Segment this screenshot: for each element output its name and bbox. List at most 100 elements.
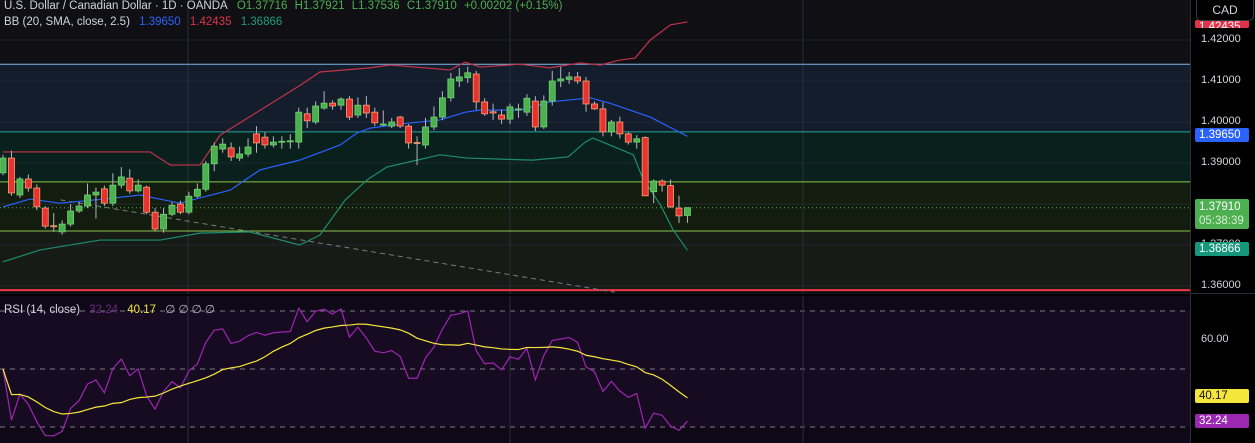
- rsi-ma-value: 40.17: [127, 304, 157, 316]
- candle-up: [92, 191, 100, 196]
- candle-up: [320, 102, 328, 109]
- candle-down: [253, 133, 260, 144]
- bb-label[interactable]: BB (20, SMA, close, 2.5): [4, 16, 130, 28]
- candle-up: [565, 76, 573, 80]
- candle-down: [405, 125, 413, 144]
- candle-up: [219, 143, 227, 150]
- ohlc-low: L1.37536: [351, 0, 400, 12]
- bb-lower-badge: 1.36866: [1195, 242, 1249, 256]
- candle-down: [641, 137, 649, 197]
- candle-up: [185, 195, 193, 213]
- rsi-tick: 60.00: [1201, 333, 1229, 345]
- candle-down: [658, 180, 666, 186]
- candle-up: [455, 76, 463, 82]
- candle-down: [151, 211, 159, 230]
- zone-fill: [0, 231, 1190, 291]
- last-price: 1.37910: [1199, 201, 1241, 213]
- candle-down: [261, 136, 269, 146]
- candle-up: [295, 111, 303, 143]
- ohlc-open: O1.37716: [236, 0, 288, 12]
- rsi-chart[interactable]: [0, 296, 1190, 443]
- candle-up: [464, 72, 472, 79]
- candle-up: [557, 78, 565, 82]
- candle-down: [346, 98, 353, 118]
- bb-upper-value: 1.42435: [189, 16, 232, 28]
- candle-up: [109, 184, 117, 204]
- candle-down: [489, 111, 497, 114]
- price-tick: 1.39000: [1201, 156, 1241, 168]
- candle-up: [379, 123, 387, 126]
- candle-down: [50, 225, 58, 228]
- rsi-label[interactable]: RSI (14, close): [4, 304, 80, 316]
- candle-down: [143, 186, 151, 213]
- candle-up: [354, 104, 362, 116]
- symbol-title[interactable]: U.S. Dollar / Canadian Dollar · 1D · OAN…: [4, 0, 228, 12]
- candle-up: [117, 176, 125, 186]
- bb-basis-value: 1.39650: [139, 16, 181, 28]
- candle-up: [67, 210, 74, 225]
- candle-down: [574, 76, 581, 82]
- candle-down: [396, 116, 404, 127]
- candle-up: [312, 105, 320, 123]
- candle-up: [608, 121, 615, 133]
- bb-basis-badge: 1.39650: [1195, 128, 1249, 142]
- last-price-badge: 1.37910 05:38:39: [1195, 199, 1249, 229]
- candle-down: [624, 133, 632, 143]
- candle-up: [0, 157, 7, 174]
- price-scale[interactable]: 1.42435 1.42000 1.41000 1.40000 1.39650 …: [1190, 0, 1255, 443]
- candle-up: [422, 126, 429, 146]
- candle-up: [515, 108, 522, 111]
- candle-down: [33, 187, 41, 208]
- candle-up: [202, 163, 210, 190]
- candle-up: [633, 138, 641, 143]
- candle-up: [286, 140, 294, 143]
- rsi-ma-badge: 40.17: [1195, 389, 1249, 403]
- candle-down: [481, 101, 489, 115]
- candle-up: [134, 184, 142, 192]
- candle-up: [58, 223, 66, 233]
- candle-up: [650, 180, 658, 193]
- candle-down: [667, 185, 674, 208]
- candle-up: [447, 78, 455, 99]
- price-tick: 1.36000: [1201, 279, 1241, 291]
- ohlc-close: C1.37910: [406, 0, 457, 12]
- candle-up: [278, 140, 286, 143]
- candle-up: [75, 205, 83, 212]
- candle-up: [236, 153, 244, 159]
- candle-down: [616, 121, 624, 135]
- candle-down: [675, 207, 683, 217]
- candle-up: [84, 194, 91, 207]
- ohlc-high: H1.37921: [294, 0, 345, 12]
- candle-down: [329, 102, 336, 107]
- rsi-value: 32.24: [89, 304, 119, 316]
- rsi-legend: RSI (14, close) 32.24 40.17 ∅ ∅ ∅ ∅: [4, 302, 221, 316]
- pane-divider[interactable]: [1191, 293, 1255, 294]
- candle-up: [210, 145, 218, 165]
- candle-up: [337, 98, 345, 106]
- candle-up: [540, 100, 548, 128]
- rsi-extras: ∅ ∅ ∅ ∅: [165, 304, 215, 316]
- candle-down: [371, 111, 379, 124]
- candle-down: [599, 108, 607, 133]
- candle-down: [24, 178, 32, 189]
- candle-down: [227, 147, 235, 158]
- bar-countdown: 05:38:39: [1199, 215, 1244, 227]
- candle-down: [591, 103, 598, 110]
- candle-down: [531, 100, 539, 128]
- candle-down: [101, 188, 108, 204]
- candle-up: [168, 204, 176, 215]
- candle-up: [160, 213, 167, 230]
- candle-up: [506, 106, 514, 120]
- candle-up: [193, 188, 201, 197]
- candle-up: [269, 141, 277, 146]
- price-tick: 1.41000: [1201, 74, 1241, 86]
- candle-down: [498, 114, 505, 120]
- candle-up: [438, 97, 446, 118]
- bb-lower-value: 1.36866: [240, 16, 283, 28]
- currency-button[interactable]: CAD: [1196, 0, 1254, 21]
- rsi-badge: 32.24: [1195, 414, 1249, 428]
- candle-up: [430, 116, 438, 128]
- candle-down: [413, 142, 421, 144]
- candle-down: [177, 203, 184, 213]
- price-chart[interactable]: [0, 0, 1190, 294]
